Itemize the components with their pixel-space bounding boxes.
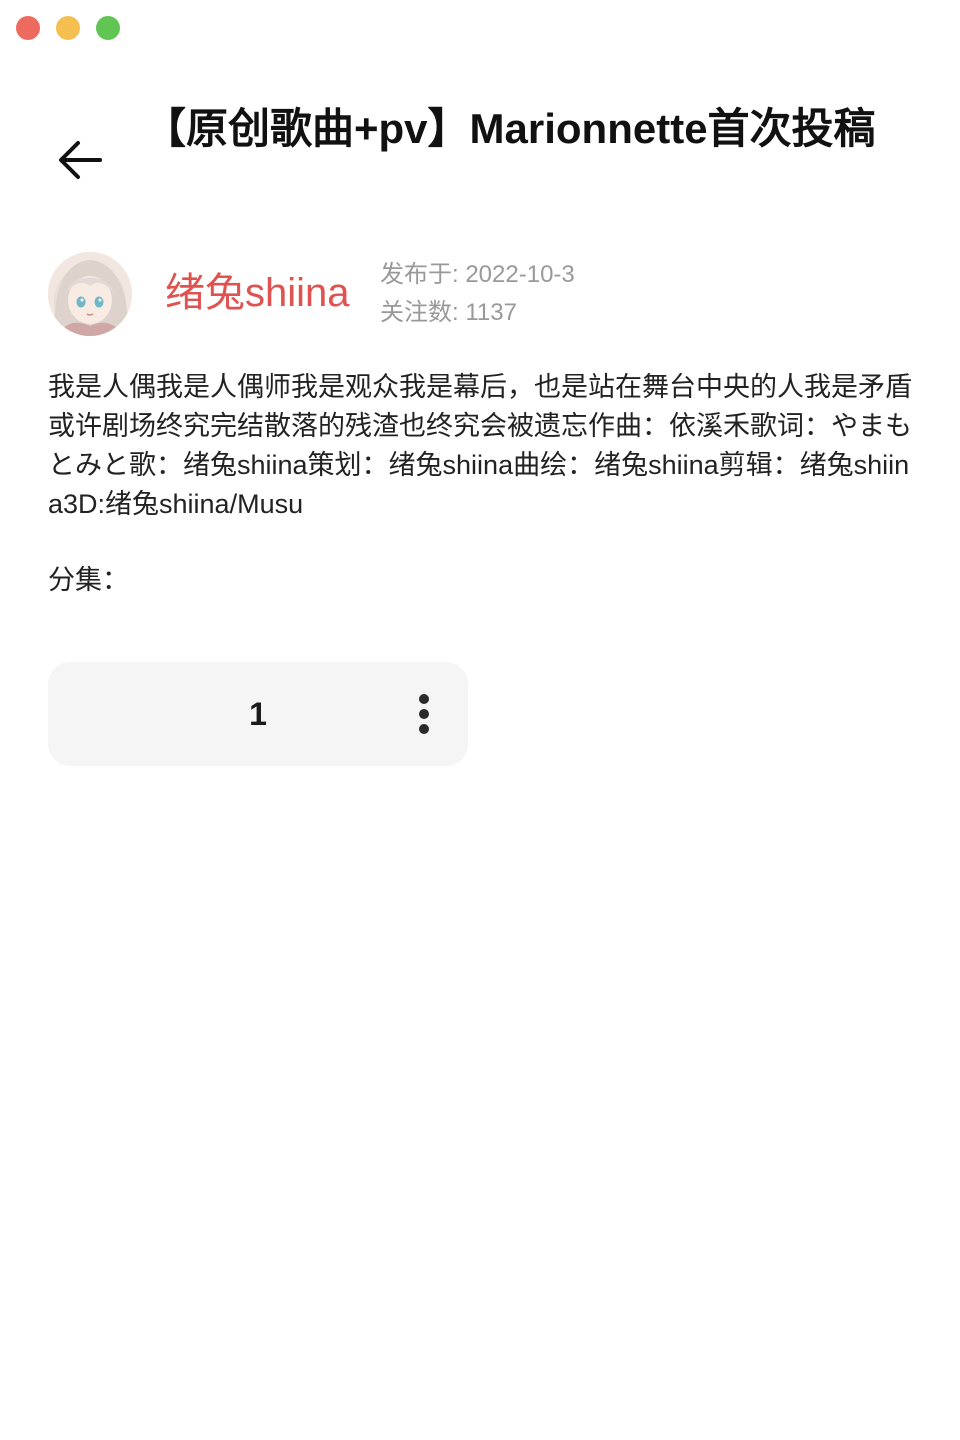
more-dot: [419, 724, 429, 734]
publish-date: 发布于: 2022-10-3: [380, 261, 575, 288]
episodes-label: 分集：: [48, 565, 129, 595]
back-button[interactable]: [48, 128, 112, 192]
more-dot: [419, 694, 429, 704]
arrow-left-icon: [59, 141, 102, 179]
episode-card[interactable]: 1: [48, 662, 468, 766]
video-description: 我是人偶我是人偶师我是观众我是幕后，也是站在舞台中央的人我是矛盾或许剧场终究完结…: [48, 372, 912, 519]
more-dot: [419, 709, 429, 719]
author-info: 绪兔shiina 发布于: 2022-10-3 关注数: 1137: [48, 252, 912, 338]
follower-count: 关注数: 1137: [380, 299, 517, 326]
maximize-window-button[interactable]: [96, 16, 120, 40]
page-title: 【原创歌曲+pv】Marionnette首次投稿: [144, 105, 876, 152]
more-vertical-icon[interactable]: [404, 688, 444, 740]
avatar-image: [48, 252, 132, 336]
app-window: 【原创歌曲+pv】Marionnette首次投稿 绪兔shiina 发布于: 2…: [0, 0, 960, 1440]
author-avatar[interactable]: [48, 252, 132, 336]
title-bar: [0, 0, 960, 56]
author-name[interactable]: 绪兔shiina: [165, 268, 350, 318]
minimize-window-button[interactable]: [56, 16, 80, 40]
close-window-button[interactable]: [16, 16, 40, 40]
post-meta: 发布于: 2022-10-3 关注数: 1137: [380, 256, 575, 332]
